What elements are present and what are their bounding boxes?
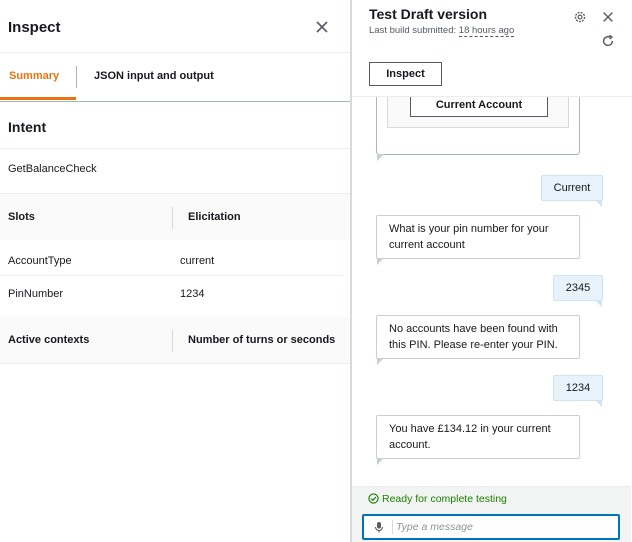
slot-value: current <box>180 255 215 267</box>
inspect-button[interactable]: Inspect <box>369 62 442 86</box>
message-text: 2345 <box>565 282 591 294</box>
slots-column-header: Slots <box>8 211 35 223</box>
message-text: What is your pin number for your current… <box>389 223 549 251</box>
slots-table-header: Slots Elicitation <box>0 193 350 240</box>
chat-conversation: Current Account Current What is your pin… <box>352 96 631 486</box>
tab-summary[interactable]: Summary <box>9 70 59 82</box>
bot-message: What is your pin number for your current… <box>376 215 580 265</box>
table-row: AccountType current <box>0 243 343 276</box>
table-row: PinNumber 1234 <box>0 276 343 309</box>
slot-value: 1234 <box>180 288 205 300</box>
microphone-icon[interactable] <box>373 521 385 533</box>
bubble-tail <box>377 458 384 465</box>
close-icon[interactable] <box>314 19 330 35</box>
bubble-tail <box>595 300 602 307</box>
active-contexts-column-header: Active contexts <box>8 334 90 346</box>
bubble-tail <box>377 154 384 161</box>
inspect-tabs: Summary JSON input and output <box>0 53 350 102</box>
message-text: Current <box>553 182 591 194</box>
test-panel: Test Draft version Last build submitted:… <box>351 0 632 542</box>
status-message: Ready for complete testing <box>368 493 507 505</box>
input-divider <box>392 520 393 534</box>
contexts-table-header: Active contexts Number of turns or secon… <box>0 317 350 364</box>
message-text: No accounts have been found with this PI… <box>389 323 558 351</box>
response-card: Current Account <box>376 97 580 161</box>
inspect-title: Inspect <box>8 19 61 36</box>
column-divider <box>172 330 173 352</box>
slot-name: AccountType <box>8 255 72 267</box>
bot-message: You have £134.12 in your current account… <box>376 415 580 465</box>
app-root: Inspect Summary JSON input and output In… <box>0 0 632 542</box>
refresh-icon[interactable] <box>601 34 615 48</box>
check-circle-icon <box>368 493 379 504</box>
bubble-tail <box>377 358 384 365</box>
close-icon[interactable] <box>601 10 615 24</box>
inspect-header: Inspect <box>0 0 350 53</box>
tab-json-input-output[interactable]: JSON input and output <box>94 70 214 82</box>
current-account-button[interactable]: Current Account <box>410 97 548 117</box>
last-build-time[interactable]: 18 hours ago <box>458 25 515 37</box>
tab-divider <box>76 66 77 88</box>
intent-heading: Intent <box>0 102 350 149</box>
message-text: 1234 <box>565 382 591 394</box>
message-text: You have £134.12 in your current account… <box>389 423 551 451</box>
turns-column-header: Number of turns or seconds <box>188 334 336 346</box>
gear-icon[interactable] <box>573 10 587 24</box>
message-input[interactable] <box>396 518 616 536</box>
message-input-box <box>362 514 620 540</box>
test-panel-title: Test Draft version <box>369 6 487 22</box>
bubble-tail <box>377 258 384 265</box>
inspect-panel: Inspect Summary JSON input and output In… <box>0 0 351 542</box>
response-card-body: Current Account <box>387 97 569 128</box>
chat-footer: Ready for complete testing <box>352 486 631 542</box>
user-message: 1234 <box>553 375 603 407</box>
last-build-info: Last build submitted: 18 hours ago <box>369 25 515 37</box>
bubble-tail <box>595 200 602 207</box>
column-divider <box>172 207 173 229</box>
last-build-label: Last build submitted: <box>369 25 459 36</box>
elicitation-column-header: Elicitation <box>188 211 241 223</box>
bot-message: No accounts have been found with this PI… <box>376 315 580 365</box>
intent-value: GetBalanceCheck <box>8 163 97 175</box>
user-message: 2345 <box>553 275 603 307</box>
bubble-tail <box>595 400 602 407</box>
user-message: Current <box>541 175 603 207</box>
slot-name: PinNumber <box>8 288 64 300</box>
status-text: Ready for complete testing <box>382 493 507 505</box>
active-tab-indicator <box>0 97 76 100</box>
